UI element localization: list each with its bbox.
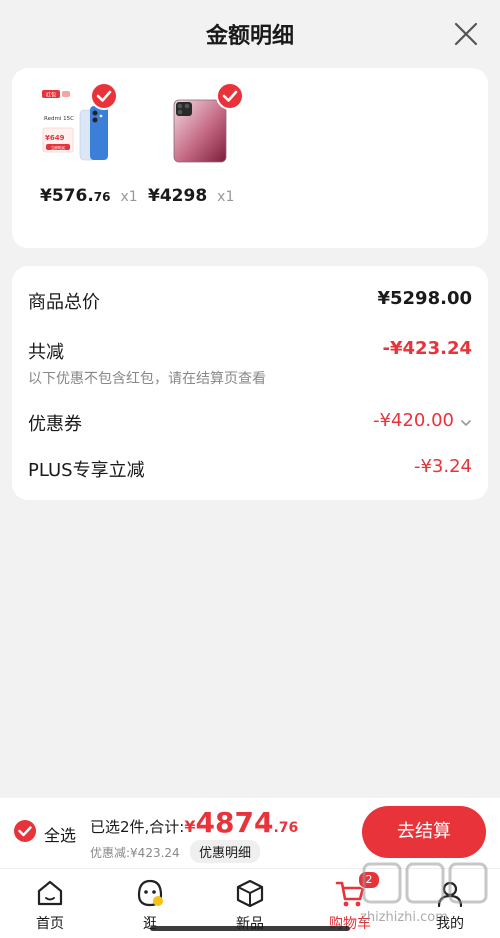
tab-profile[interactable]: 我的 — [400, 869, 500, 938]
promo-price: ¥649 — [45, 134, 65, 142]
select-all-check-icon[interactable] — [14, 820, 36, 842]
product-price-dec: 76 — [93, 190, 111, 204]
tab-home[interactable]: 首页 — [0, 869, 100, 938]
checkout-bar: 全选 已选2件,合计:¥4874.76 优惠减:¥423.24 优惠明细 去结算 — [0, 798, 500, 868]
product-selected-check-icon[interactable] — [216, 82, 244, 110]
product-price-line-2: ¥4298 x1 — [148, 186, 234, 206]
reduce-label: 共减 — [28, 342, 64, 363]
product-item-2[interactable] — [166, 82, 244, 172]
product-item-1[interactable]: 红包 Redmi 15C ¥649 立即购买 — [40, 82, 118, 172]
total-value: ¥5298.00 — [377, 288, 472, 309]
row-coupon[interactable]: 优惠券 -¥420.00 — [28, 410, 472, 436]
promo-phone-name: Redmi 15C — [44, 116, 74, 122]
product-qty: x1 — [217, 189, 235, 205]
promo-tag-text: 红包 — [46, 92, 56, 99]
user-icon — [437, 881, 463, 908]
product-price-int: 576. — [51, 186, 94, 206]
home-icon — [37, 880, 63, 906]
product-price-int: 4298 — [159, 186, 208, 206]
page-title: 金额明细 — [205, 24, 294, 49]
box-icon — [236, 879, 264, 908]
reduce-value: -¥423.24 — [382, 338, 472, 359]
reduce-note: 以下优惠不包含红包，请在结算页查看 — [28, 371, 266, 387]
product-selected-check-icon[interactable] — [90, 82, 118, 110]
products-card: 红包 Redmi 15C ¥649 立即购买 ¥576.76 x1 ¥4298 … — [12, 68, 488, 248]
coupon-label: 优惠券 — [28, 414, 82, 435]
plus-label: PLUS专享立减 — [28, 460, 145, 481]
currency-symbol: ¥ — [148, 186, 160, 206]
total-dec: .76 — [273, 820, 299, 836]
row-plus: PLUS专享立减 -¥3.24 — [28, 456, 472, 482]
total-int: 4874 — [195, 806, 274, 839]
product-image-2[interactable] — [166, 82, 244, 172]
row-total: 商品总价 ¥5298.00 — [28, 288, 472, 314]
chevron-down-icon[interactable] — [460, 418, 472, 428]
header: 金额明细 — [0, 0, 500, 68]
close-icon[interactable] — [452, 20, 480, 48]
select-all-label[interactable]: 全选 — [44, 822, 76, 846]
row-reduce: 共减 -¥423.24 — [28, 338, 472, 364]
tab-label: 我的 — [436, 916, 464, 932]
coupon-value: -¥420.00 — [373, 410, 454, 431]
product-qty: x1 — [120, 189, 138, 205]
tab-label: 首页 — [36, 916, 64, 932]
selected-text: 已选2件,合计: — [90, 818, 185, 836]
total-currency: ¥ — [184, 817, 196, 836]
currency-symbol: ¥ — [40, 186, 52, 206]
checkout-button[interactable]: 去结算 — [362, 806, 486, 858]
product-image-1[interactable]: 红包 Redmi 15C ¥649 立即购买 — [40, 82, 118, 172]
total-label: 商品总价 — [28, 292, 100, 313]
mascot-icon — [137, 879, 163, 907]
checkout-total: 已选2件,合计:¥4874.76 — [90, 806, 298, 839]
price-summary-card: 商品总价 ¥5298.00 共减 -¥423.24 以下优惠不包含红包，请在结算… — [12, 266, 488, 500]
discount-detail-button[interactable]: 优惠明细 — [190, 840, 261, 863]
product-price-line-1: ¥576.76 x1 — [40, 186, 138, 206]
promo-buy-button: 立即购买 — [51, 145, 66, 150]
plus-value: -¥3.24 — [413, 456, 472, 477]
home-indicator — [150, 926, 350, 931]
discount-text: 优惠减:¥423.24 — [90, 846, 180, 860]
cart-badge: 2 — [358, 871, 380, 889]
